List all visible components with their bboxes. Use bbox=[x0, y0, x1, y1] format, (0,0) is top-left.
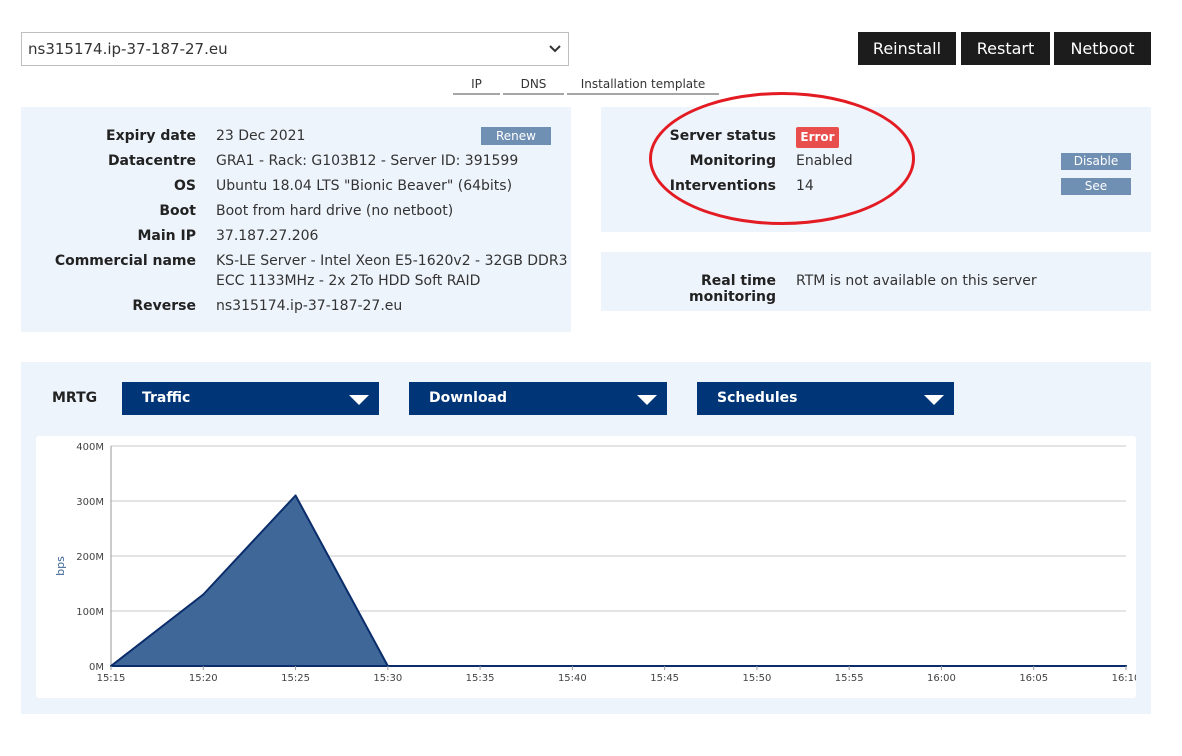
y-tick-label: 400M bbox=[76, 442, 104, 453]
reinstall-button[interactable]: Reinstall bbox=[858, 32, 956, 65]
x-tick-label: 15:15 bbox=[97, 673, 126, 684]
caret-down-icon bbox=[349, 395, 369, 405]
tab-installation-template[interactable]: Installation template bbox=[567, 76, 719, 95]
x-tick-label: 15:50 bbox=[742, 673, 771, 684]
os-value: Ubuntu 18.04 LTS "Bionic Beaver" (64bits… bbox=[216, 178, 513, 194]
x-tick-label: 16:10 bbox=[1112, 673, 1136, 684]
x-tick-label: 15:20 bbox=[189, 673, 218, 684]
commercial-name-value-line2: ECC 1133MHz - 2x 2To HDD Soft RAID bbox=[216, 273, 481, 289]
server-select-value: ns315174.ip-37-187-27.eu bbox=[28, 40, 228, 58]
x-tick-label: 15:35 bbox=[466, 673, 495, 684]
y-tick-label: 200M bbox=[76, 552, 104, 563]
expiry-date-value: 23 Dec 2021 bbox=[216, 128, 306, 144]
traffic-chart: 0M 100M 200M 300M 400M 15:15 15:20 15:25 15:30 15… bbox=[54, 442, 1136, 684]
chart-container: 0M 100M 200M 300M 400M 15:15 15:20 15:25 15:30 15… bbox=[36, 436, 1136, 698]
x-tick-label: 15:25 bbox=[281, 673, 310, 684]
y-tick-label: 300M bbox=[76, 497, 104, 508]
main-ip-label: Main IP bbox=[137, 228, 197, 244]
rtm-value: RTM is not available on this server bbox=[796, 273, 1037, 289]
chevron-down-icon bbox=[549, 45, 561, 53]
commercial-name-value: KS-LE Server - Intel Xeon E5-1620v2 - 32… bbox=[216, 253, 568, 269]
boot-value: Boot from hard drive (no netboot) bbox=[216, 203, 454, 219]
highlight-ellipse bbox=[649, 92, 915, 225]
x-tick-label: 15:30 bbox=[373, 673, 402, 684]
download-dropdown[interactable]: Download bbox=[409, 382, 667, 415]
y-tick-label: 100M bbox=[76, 607, 104, 618]
tab-ip[interactable]: IP bbox=[453, 76, 500, 95]
y-tick-label: 0M bbox=[89, 662, 104, 673]
download-dropdown-label: Download bbox=[429, 390, 508, 406]
commercial-name-label: Commercial name bbox=[54, 253, 196, 269]
reverse-value: ns315174.ip-37-187-27.eu bbox=[216, 298, 403, 314]
expiry-date-label: Expiry date bbox=[106, 128, 196, 144]
x-tick-label: 15:55 bbox=[835, 673, 864, 684]
tab-dns[interactable]: DNS bbox=[503, 76, 564, 95]
rtm-label: Real time monitoring bbox=[689, 273, 776, 305]
x-tick-label: 15:40 bbox=[558, 673, 587, 684]
main-ip-value: 37.187.27.206 bbox=[216, 228, 319, 244]
caret-down-icon bbox=[637, 395, 657, 405]
see-interventions-button[interactable]: See bbox=[1061, 178, 1131, 195]
y-axis-label: bps bbox=[54, 556, 67, 576]
x-tick-label: 15:45 bbox=[650, 673, 679, 684]
x-tick-label: 16:05 bbox=[1019, 673, 1048, 684]
traffic-dropdown[interactable]: Traffic bbox=[122, 382, 379, 415]
series-area bbox=[110, 494, 1127, 667]
schedules-dropdown[interactable]: Schedules bbox=[697, 382, 954, 415]
caret-down-icon bbox=[924, 395, 944, 405]
boot-label: Boot bbox=[159, 203, 196, 219]
netboot-button[interactable]: Netboot bbox=[1054, 32, 1151, 65]
reverse-label: Reverse bbox=[132, 298, 196, 314]
server-select[interactable]: ns315174.ip-37-187-27.eu bbox=[21, 32, 569, 66]
os-label: OS bbox=[174, 178, 196, 194]
datacentre-value: GRA1 - Rack: G103B12 - Server ID: 391599 bbox=[216, 153, 519, 169]
restart-button[interactable]: Restart bbox=[961, 32, 1050, 65]
renew-button[interactable]: Renew bbox=[481, 127, 551, 145]
disable-monitoring-button[interactable]: Disable bbox=[1061, 153, 1131, 170]
schedules-dropdown-label: Schedules bbox=[717, 390, 798, 406]
data-point bbox=[202, 593, 205, 596]
datacentre-label: Datacentre bbox=[107, 153, 196, 169]
traffic-dropdown-label: Traffic bbox=[142, 390, 191, 406]
x-tick-label: 16:00 bbox=[927, 673, 956, 684]
mrtg-label: MRTG bbox=[52, 390, 98, 406]
data-point bbox=[294, 494, 297, 497]
